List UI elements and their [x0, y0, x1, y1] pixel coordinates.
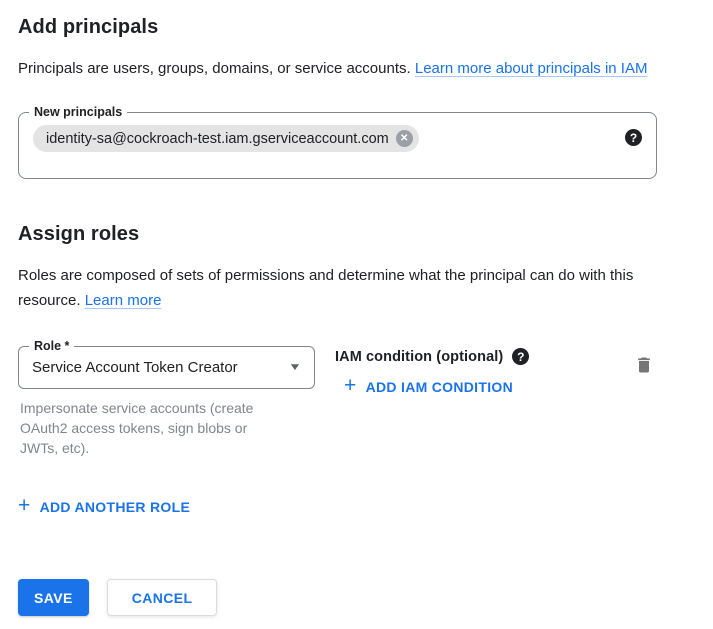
add-iam-condition-button[interactable]: + ADD IAM CONDITION — [344, 378, 513, 396]
plus-icon: + — [18, 497, 31, 515]
principal-chip[interactable]: identity-sa@cockroach-test.iam.gservicea… — [33, 125, 419, 152]
new-principals-label: New principals — [29, 105, 127, 120]
cancel-button[interactable]: CANCEL — [107, 579, 218, 616]
iam-condition-label: IAM condition (optional) — [335, 349, 503, 365]
save-button[interactable]: SAVE — [18, 579, 89, 616]
role-binding-row: Role * Service Account Token Creator ▼ I… — [18, 346, 658, 458]
delete-role-column — [632, 346, 656, 381]
learn-more-principals-link[interactable]: Learn more about principals in IAM — [415, 60, 648, 77]
add-another-role-button[interactable]: + ADD ANOTHER ROLE — [18, 498, 190, 516]
role-select[interactable]: Role * Service Account Token Creator ▼ — [18, 346, 315, 389]
assign-roles-title: Assign roles — [18, 223, 695, 246]
principal-chip-text: identity-sa@cockroach-test.iam.gservicea… — [46, 131, 389, 147]
delete-role-button[interactable] — [632, 352, 656, 381]
role-helper-text: Impersonate service accounts (create OAu… — [18, 398, 286, 458]
new-principals-help-icon[interactable]: ? — [625, 129, 642, 146]
role-column: Role * Service Account Token Creator ▼ I… — [18, 346, 315, 458]
learn-more-roles-link[interactable]: Learn more — [85, 292, 162, 309]
remove-principal-icon[interactable]: ✕ — [396, 130, 413, 147]
page-title: Add principals — [18, 16, 695, 39]
chevron-down-icon: ▼ — [288, 362, 302, 373]
add-principals-panel: Add principals Principals are users, gro… — [0, 0, 713, 313]
principals-description-text: Principals are users, groups, domains, o… — [18, 60, 411, 77]
iam-condition-column: IAM condition (optional) ? + ADD IAM CON… — [335, 346, 632, 398]
role-select-value: Service Account Token Creator — [32, 359, 238, 376]
new-principals-field[interactable]: New principals identity-sa@cockroach-tes… — [18, 112, 657, 179]
role-select-label: Role * — [29, 339, 74, 354]
principals-description: Principals are users, groups, domains, o… — [18, 56, 678, 81]
assign-roles-description: Roles are composed of sets of permission… — [18, 263, 678, 313]
plus-icon: + — [344, 377, 357, 395]
iam-condition-help-icon[interactable]: ? — [512, 348, 529, 365]
add-iam-condition-label: ADD IAM CONDITION — [366, 379, 513, 395]
delete-icon — [634, 364, 654, 379]
add-another-role-label: ADD ANOTHER ROLE — [40, 499, 191, 515]
dialog-actions: SAVE CANCEL — [18, 579, 713, 616]
